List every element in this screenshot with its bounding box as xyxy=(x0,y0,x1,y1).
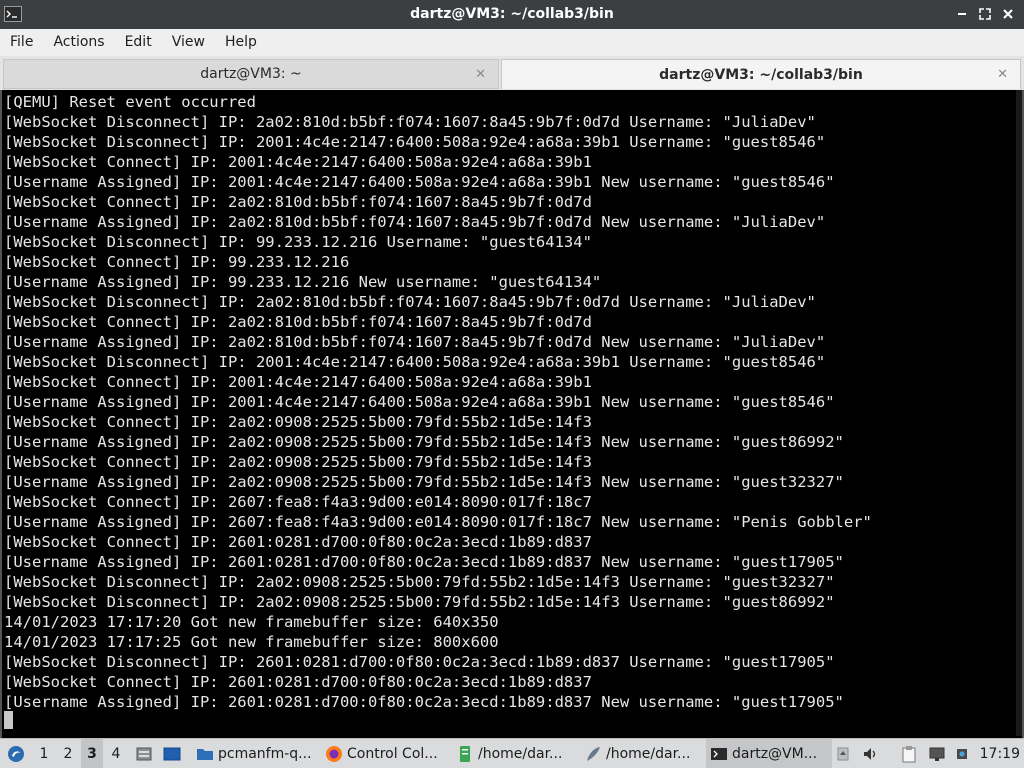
tab-home[interactable]: dartz@VM3: ~ ✕ xyxy=(3,59,499,89)
menu-actions[interactable]: Actions xyxy=(43,29,114,56)
menu-edit[interactable]: Edit xyxy=(115,29,162,56)
tab-label: dartz@VM3: ~ xyxy=(200,66,302,82)
clock[interactable]: 17:19 xyxy=(980,739,1020,768)
terminal-line: [WebSocket Connect] IP: 2a02:0908:2525:5… xyxy=(4,453,592,471)
terminal-line: [WebSocket Connect] IP: 2001:4c4e:2147:6… xyxy=(4,373,592,391)
terminal-scrollbar[interactable] xyxy=(1016,90,1022,736)
terminal-line: [WebSocket Disconnect] IP: 2a02:0908:252… xyxy=(4,573,835,591)
terminal-line: 14/01/2023 17:17:20 Got new framebuffer … xyxy=(4,613,499,631)
tab-close-icon[interactable]: ✕ xyxy=(475,67,486,82)
window-title: dartz@VM3: ~/collab3/bin xyxy=(410,6,614,22)
maximize-icon xyxy=(978,8,991,20)
network-tray-button[interactable] xyxy=(952,739,972,768)
tab-label: dartz@VM3: ~/collab3/bin xyxy=(659,66,863,83)
clipboard-tray-button[interactable] xyxy=(898,739,920,768)
show-desktop-icon xyxy=(163,747,181,760)
terminal-line: [WebSocket Disconnect] IP: 2001:4c4e:214… xyxy=(4,353,826,371)
feather-editor-icon xyxy=(587,746,600,761)
workspace-4[interactable]: 4 xyxy=(105,739,127,768)
network-icon xyxy=(957,748,967,759)
terminal-line: [WebSocket Connect] IP: 2601:0281:d700:0… xyxy=(4,533,592,551)
task-label: /home/dar... xyxy=(606,745,691,762)
maximize-button[interactable] xyxy=(976,4,993,24)
terminal-line: [Username Assigned] IP: 2001:4c4e:2147:6… xyxy=(4,173,835,191)
terminal-line: [QEMU] Reset event occurred xyxy=(4,93,256,111)
tab-bar: dartz@VM3: ~ ✕ dartz@VM3: ~/collab3/bin … xyxy=(0,56,1024,90)
terminal-line: [Username Assigned] IP: 2a02:810d:b5bf:f… xyxy=(4,213,826,231)
task-label: pcmanfm-q... xyxy=(218,745,312,762)
task-terminal[interactable]: dartz@VM... xyxy=(706,739,832,768)
tab-close-icon[interactable]: ✕ xyxy=(997,67,1008,82)
task-label: Control Col... xyxy=(347,745,438,762)
display-tray-button[interactable] xyxy=(926,739,948,768)
terminal-view[interactable]: [QEMU] Reset event occurred [WebSocket Di… xyxy=(0,90,1024,738)
volume-icon xyxy=(864,747,876,760)
workspace-2[interactable]: 2 xyxy=(57,739,79,768)
quicklaunch-desktop[interactable] xyxy=(160,739,184,768)
task-label: /home/dar... xyxy=(478,745,563,762)
workspace-3[interactable]: 3 xyxy=(81,739,103,768)
terminal-line: [Username Assigned] IP: 2a02:810d:b5bf:f… xyxy=(4,333,826,351)
task-label: dartz@VM... xyxy=(732,745,818,762)
menu-bar: File Actions Edit View Help xyxy=(0,29,1024,56)
minimize-button[interactable] xyxy=(953,4,970,24)
task-pcmanfm[interactable]: pcmanfm-q... xyxy=(192,739,320,768)
text-editor-icon xyxy=(460,745,470,762)
terminal-line: [Username Assigned] IP: 2a02:0908:2525:5… xyxy=(4,433,844,451)
terminal-output: [QEMU] Reset event occurred [WebSocket Di… xyxy=(4,92,1018,712)
volume-button[interactable] xyxy=(861,739,881,768)
task-text-editor[interactable]: /home/dar... xyxy=(452,739,580,768)
terminal-line: [Username Assigned] IP: 2601:0281:d700:0… xyxy=(4,693,844,711)
tray-scroll-button[interactable] xyxy=(834,739,852,768)
clipboard-icon xyxy=(902,745,916,762)
firefox-icon xyxy=(326,745,342,762)
terminal-icon xyxy=(711,747,727,760)
start-menu-button[interactable] xyxy=(4,739,28,768)
terminal-line: [WebSocket Connect] IP: 2a02:810d:b5bf:f… xyxy=(4,313,592,331)
terminal-line: [Username Assigned] IP: 99.233.12.216 Ne… xyxy=(4,273,602,291)
terminal-line: [WebSocket Disconnect] IP: 2601:0281:d70… xyxy=(4,653,835,671)
menu-help[interactable]: Help xyxy=(215,29,267,56)
terminal-line: [WebSocket Disconnect] IP: 99.233.12.216… xyxy=(4,233,592,251)
terminal-line: [WebSocket Disconnect] IP: 2a02:810d:b5b… xyxy=(4,113,816,131)
terminal-line: [WebSocket Connect] IP: 2a02:810d:b5bf:f… xyxy=(4,193,592,211)
workspace-1[interactable]: 1 xyxy=(33,739,55,768)
terminal-line: [WebSocket Connect] IP: 2a02:0908:2525:5… xyxy=(4,413,592,431)
terminal-line: [Username Assigned] IP: 2607:fea8:f4a3:9… xyxy=(4,513,872,531)
window-titlebar[interactable]: dartz@VM3: ~/collab3/bin xyxy=(0,0,1024,29)
lxqt-start-icon xyxy=(8,745,24,762)
folder-icon xyxy=(197,748,213,760)
terminal-cursor xyxy=(4,711,13,729)
terminal-line: [WebSocket Disconnect] IP: 2a02:0908:252… xyxy=(4,593,835,611)
taskbar: 1 2 3 4 pcmanfm-q... Control Col... /hom… xyxy=(0,738,1024,768)
terminal-line: [WebSocket Connect] IP: 99.233.12.216 xyxy=(4,253,350,271)
terminal-line: 14/01/2023 17:17:25 Got new framebuffer … xyxy=(4,633,499,651)
quicklaunch-files[interactable] xyxy=(134,739,154,768)
close-window-button[interactable] xyxy=(999,4,1016,24)
menu-file[interactable]: File xyxy=(0,29,43,56)
tray-arrow-icon xyxy=(837,747,849,760)
minimize-icon xyxy=(957,13,966,15)
file-cabinet-icon xyxy=(136,747,152,760)
terminal-line: [Username Assigned] IP: 2601:0281:d700:0… xyxy=(4,553,844,571)
terminal-line: [WebSocket Connect] IP: 2601:0281:d700:0… xyxy=(4,673,592,691)
tab-collab3-bin[interactable]: dartz@VM3: ~/collab3/bin ✕ xyxy=(501,59,1021,89)
task-feather-editor[interactable]: /home/dar... xyxy=(580,739,708,768)
terminal-line: [Username Assigned] IP: 2a02:0908:2525:5… xyxy=(4,473,844,491)
task-firefox[interactable]: Control Col... xyxy=(321,739,453,768)
terminal-line: [Username Assigned] IP: 2001:4c4e:2147:6… xyxy=(4,393,835,411)
terminal-line: [WebSocket Disconnect] IP: 2001:4c4e:214… xyxy=(4,133,826,151)
terminal-line: [WebSocket Disconnect] IP: 2a02:810d:b5b… xyxy=(4,293,816,311)
terminal-line: [WebSocket Connect] IP: 2001:4c4e:2147:6… xyxy=(4,153,592,171)
monitor-icon xyxy=(929,747,945,761)
menu-view[interactable]: View xyxy=(162,29,215,56)
terminal-line: [WebSocket Connect] IP: 2607:fea8:f4a3:9… xyxy=(4,493,592,511)
close-icon xyxy=(1002,9,1013,19)
